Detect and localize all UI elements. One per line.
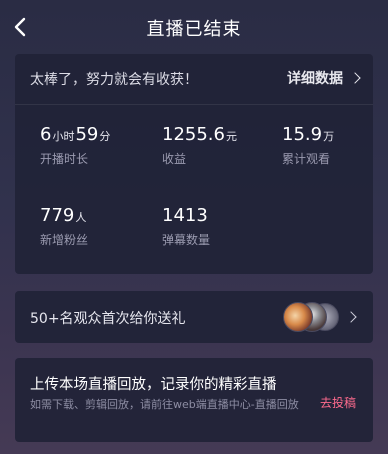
- stat-value: 1255.6元: [162, 124, 238, 145]
- praise-text: 太棒了，努力就会有收获！: [30, 72, 198, 88]
- stat-label: 开播时长: [40, 152, 89, 166]
- stat-label: 弹幕数量: [162, 233, 211, 247]
- header: 直播已结束: [0, 0, 388, 54]
- avatar-stack: [283, 302, 339, 332]
- upload-title: 上传本场直播回放，记录你的精彩直播: [30, 377, 277, 393]
- stat-value: 779人: [40, 205, 88, 226]
- stat-number: 1413: [162, 205, 208, 226]
- stat-unit: 小时: [52, 130, 75, 143]
- gift-text: 50+名观众首次给你送礼: [30, 311, 186, 327]
- detail-data-label: 详细数据: [287, 71, 343, 87]
- stat-unit: 万: [323, 130, 335, 143]
- stat-number: 15.9: [282, 124, 323, 145]
- stat-income: 1255.6元 收益: [162, 124, 238, 167]
- stat-value: 15.9万: [282, 124, 335, 145]
- stats-card: 太棒了，努力就会有收获！ 详细数据 6小时59分 开播时长 1255.6元 收益…: [15, 54, 373, 274]
- stat-unit: 人: [75, 211, 87, 224]
- stat-number: 779: [40, 205, 75, 226]
- stat-label: 新增粉丝: [40, 233, 89, 247]
- gift-row[interactable]: 50+名观众首次给你送礼: [15, 291, 373, 343]
- chevron-right-icon: [345, 311, 357, 323]
- stat-label: 累计观看: [282, 152, 331, 166]
- chevron-right-icon: [349, 72, 361, 84]
- detail-data-link[interactable]: 详细数据: [287, 68, 361, 88]
- stat-new-fans: 779人 新增粉丝: [40, 205, 88, 248]
- stat-duration: 6小时59分 开播时长: [40, 124, 111, 167]
- stat-number: 6: [40, 124, 52, 145]
- stat-unit: 元: [225, 130, 237, 143]
- stat-total-views: 15.9万 累计观看: [282, 124, 335, 167]
- stat-label: 收益: [162, 152, 187, 166]
- stat-value: 1413: [162, 205, 210, 226]
- stat-danmaku: 1413 弹幕数量: [162, 205, 210, 248]
- stat-number: 59: [75, 124, 99, 145]
- submit-button[interactable]: 去投稿: [320, 394, 356, 411]
- upload-card: 上传本场直播回放，记录你的精彩直播 如需下载、剪辑回放，请前往web端直播中心-…: [15, 358, 373, 442]
- stat-unit: 分: [99, 130, 111, 143]
- stat-value: 6小时59分: [40, 124, 111, 145]
- upload-description: 如需下载、剪辑回放，请前往web端直播中心-直播回放: [30, 398, 299, 411]
- avatar: [283, 302, 313, 332]
- page-title: 直播已结束: [146, 19, 242, 40]
- stats-header: 太棒了，努力就会有收获！ 详细数据: [15, 54, 373, 105]
- stat-number: 1255.6: [162, 124, 225, 145]
